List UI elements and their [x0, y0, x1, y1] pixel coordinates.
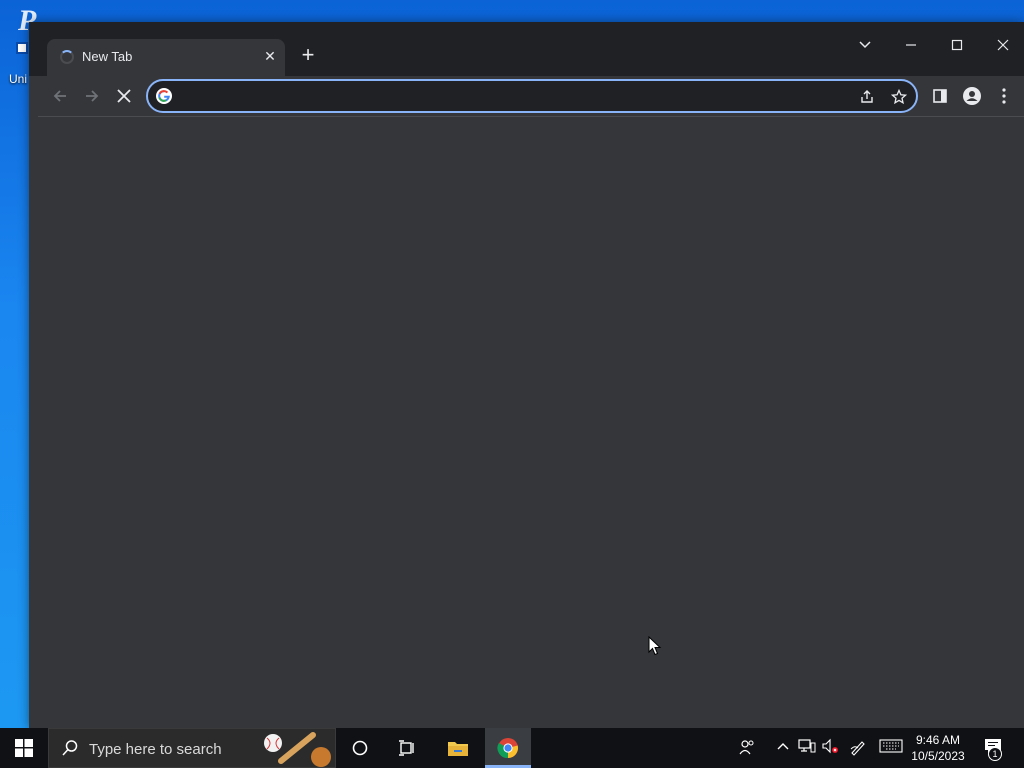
profile-icon [963, 87, 981, 105]
people-button[interactable] [737, 738, 757, 758]
volume-button[interactable] [820, 738, 840, 758]
share-button[interactable] [856, 86, 878, 108]
loading-spinner-icon [60, 50, 74, 64]
chrome-icon [497, 738, 519, 759]
more-vert-icon [1002, 88, 1006, 104]
cortana-icon [352, 740, 368, 756]
start-button[interactable] [0, 728, 48, 768]
google-icon [156, 88, 172, 104]
people-icon [739, 740, 754, 755]
taskbar: Type here to search 9:46 AM 10/5/2023 1 [0, 728, 1024, 768]
minimize-icon [906, 44, 916, 46]
folder-icon [448, 742, 468, 756]
search-placeholder: Type here to search [89, 741, 222, 758]
arrow-left-icon [53, 90, 66, 102]
arrow-right-icon [86, 90, 99, 102]
volume-muted-icon [822, 738, 838, 754]
system-clock[interactable]: 9:46 AM 10/5/2023 [906, 732, 970, 764]
title-bar[interactable]: New Tab ✕ + [29, 22, 1024, 76]
pen-icon [850, 741, 865, 756]
task-view-icon [399, 740, 414, 756]
close-icon [997, 39, 1009, 51]
share-icon [861, 90, 873, 103]
back-button[interactable] [48, 84, 72, 108]
task-view-button[interactable] [384, 728, 430, 768]
desktop-icon-label[interactable]: Uni [9, 72, 27, 86]
clock-date: 10/5/2023 [911, 749, 965, 763]
address-bar[interactable] [146, 79, 918, 113]
keyboard-icon [879, 739, 903, 753]
bookmark-button[interactable] [888, 86, 910, 108]
maximize-icon [951, 39, 963, 51]
show-hidden-icons-button[interactable] [773, 738, 793, 758]
mouse-cursor-icon [648, 636, 662, 656]
file-explorer-button[interactable] [435, 728, 481, 768]
side-panel-icon [933, 89, 947, 103]
network-button[interactable] [797, 738, 817, 758]
notification-count-badge: 1 [988, 747, 1002, 761]
profile-button[interactable] [960, 84, 984, 108]
star-icon [890, 88, 908, 105]
desktop-shortcut-icon[interactable] [16, 42, 28, 54]
clock-time: 9:46 AM [915, 733, 961, 747]
maximize-button[interactable] [939, 32, 975, 58]
windows-logo-icon [15, 739, 33, 757]
forward-button[interactable] [80, 84, 104, 108]
address-input[interactable] [182, 87, 842, 107]
stop-icon [117, 89, 131, 103]
side-panel-button[interactable] [928, 84, 952, 108]
cortana-button[interactable] [337, 728, 383, 768]
tab-new-tab[interactable]: New Tab ✕ [47, 39, 285, 76]
taskbar-search-box[interactable]: Type here to search [48, 728, 336, 768]
tab-title: New Tab [82, 49, 133, 64]
tab-search-button[interactable] [847, 32, 883, 58]
chrome-taskbar-button[interactable] [485, 728, 531, 768]
search-icon [62, 740, 78, 756]
touch-keyboard-button[interactable] [878, 738, 904, 758]
tab-close-button[interactable]: ✕ [261, 47, 279, 65]
chevron-down-icon [859, 41, 871, 49]
browser-toolbar [29, 76, 1024, 116]
chevron-up-icon [777, 743, 789, 750]
browser-window: New Tab ✕ + [29, 22, 1024, 728]
minimize-button[interactable] [893, 32, 929, 58]
new-tab-button[interactable]: + [295, 43, 321, 69]
network-icon [798, 739, 816, 753]
pen-workspace-button[interactable] [848, 738, 868, 758]
baseball-decoration-icon [264, 732, 331, 767]
stop-loading-button[interactable] [112, 84, 136, 108]
page-content [38, 116, 1024, 728]
menu-button[interactable] [992, 84, 1016, 108]
close-window-button[interactable] [985, 32, 1021, 58]
